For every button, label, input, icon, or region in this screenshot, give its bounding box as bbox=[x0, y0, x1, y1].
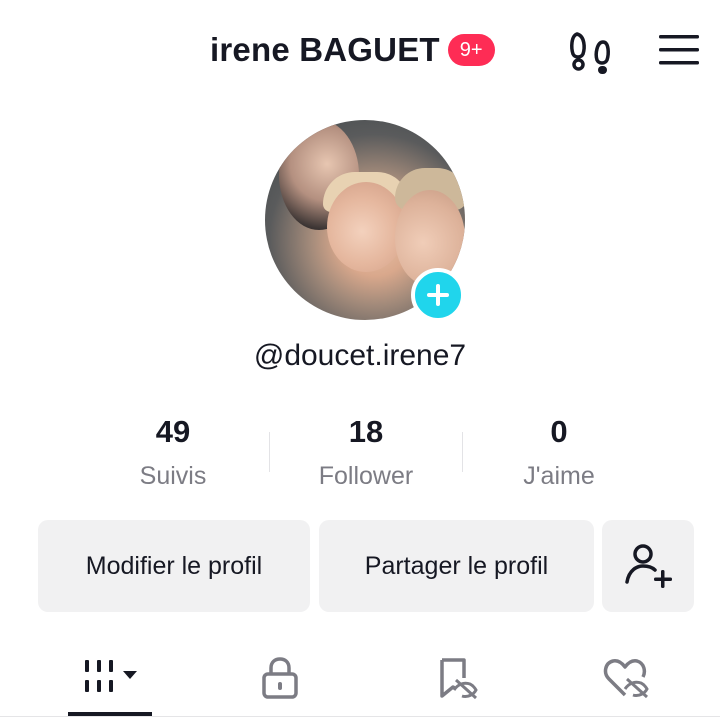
lock-icon bbox=[262, 657, 298, 699]
add-user-icon bbox=[625, 544, 672, 588]
tab-saved[interactable] bbox=[416, 640, 496, 716]
stat-divider bbox=[269, 432, 270, 472]
add-photo-button[interactable] bbox=[411, 268, 465, 322]
photo-face bbox=[327, 182, 405, 272]
stat-value: 0 bbox=[550, 414, 568, 449]
tab-videos[interactable] bbox=[70, 640, 154, 716]
account-switcher[interactable]: irene BAGUET 9+ bbox=[210, 30, 495, 70]
notification-badge: 9+ bbox=[447, 34, 495, 66]
stat-following[interactable]: 49 Suivis bbox=[83, 412, 263, 494]
tabs-divider bbox=[0, 716, 720, 717]
content-tabs bbox=[0, 640, 720, 720]
stat-label: Suivis bbox=[139, 462, 207, 490]
stat-value: 18 bbox=[348, 414, 384, 449]
tab-private[interactable] bbox=[240, 640, 320, 716]
stat-followers[interactable]: 18 Follower bbox=[276, 412, 456, 494]
stat-likes[interactable]: 0 J'aime bbox=[469, 412, 649, 494]
top-bar: irene BAGUET 9+ bbox=[0, 0, 720, 100]
heart-hidden-icon bbox=[603, 659, 649, 699]
avatar[interactable] bbox=[265, 120, 465, 322]
edit-profile-button[interactable]: Modifier le profil bbox=[38, 520, 310, 612]
profile-name: irene BAGUET bbox=[210, 31, 440, 68]
add-friend-button[interactable] bbox=[602, 520, 694, 612]
bookmark-hidden-icon bbox=[440, 658, 478, 700]
share-profile-button[interactable]: Partager le profil bbox=[319, 520, 594, 612]
hamburger-menu-icon[interactable] bbox=[652, 28, 706, 72]
stat-divider bbox=[462, 432, 463, 472]
username-handle: @doucet.irene7 bbox=[253, 339, 467, 372]
stats-row: 49 Suivis 18 Follower 0 J'aime bbox=[0, 412, 720, 502]
stat-label: Follower bbox=[318, 462, 414, 490]
footprints-icon[interactable] bbox=[566, 28, 618, 76]
plus-icon bbox=[427, 284, 449, 306]
videos-grid-icon bbox=[85, 660, 137, 692]
stat-label: J'aime bbox=[523, 462, 595, 490]
tab-liked[interactable] bbox=[586, 640, 666, 716]
stat-value: 49 bbox=[155, 414, 191, 449]
